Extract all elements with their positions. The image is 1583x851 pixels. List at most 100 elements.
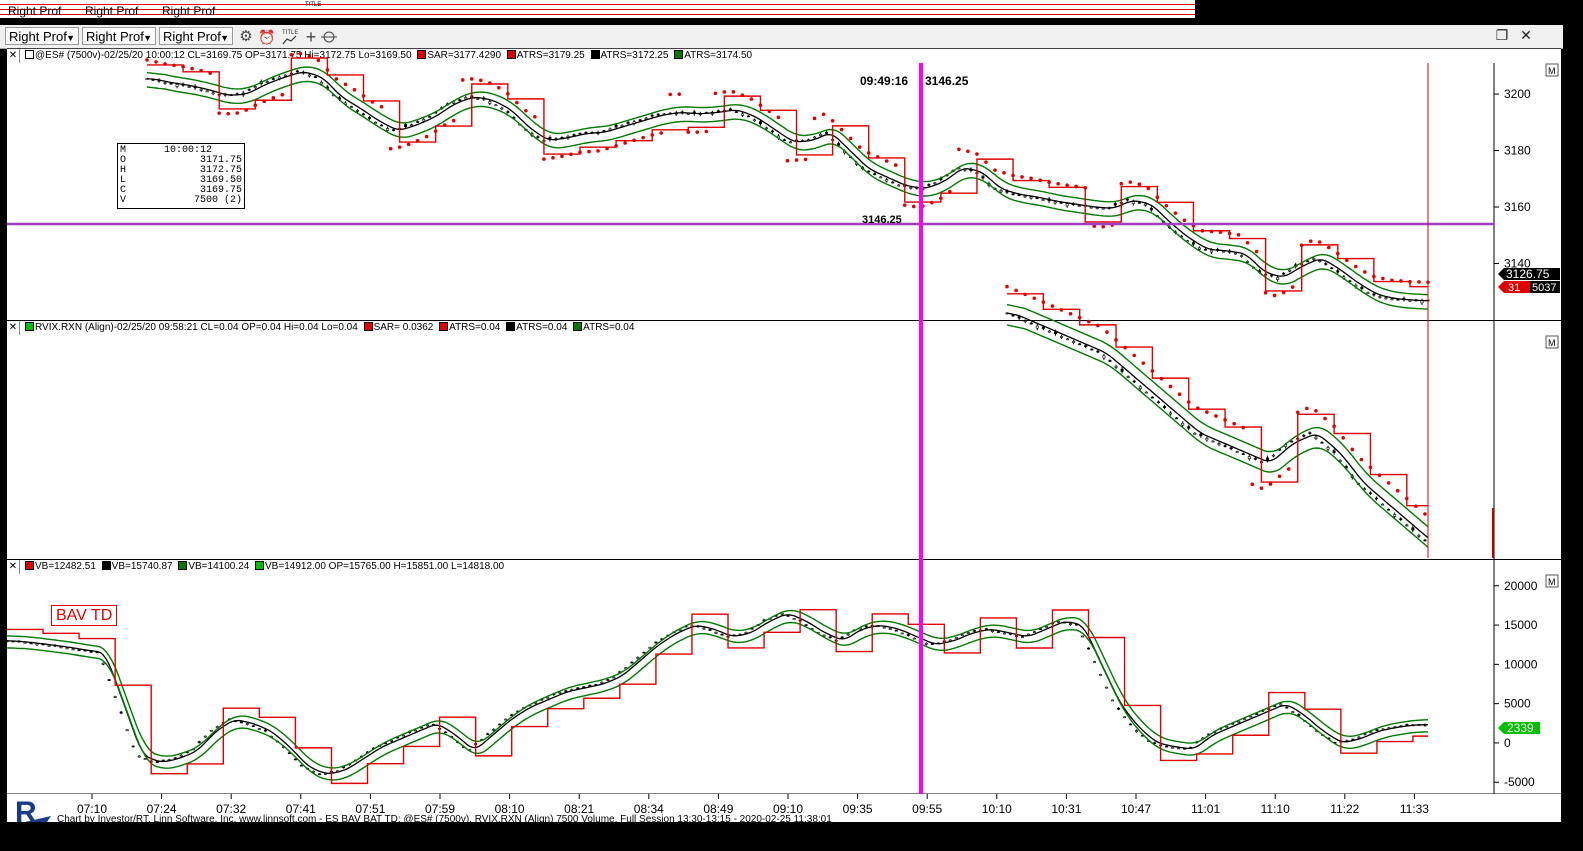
candle-body xyxy=(247,88,251,91)
sar-dot xyxy=(1377,473,1382,477)
pane2-m-button[interactable]: M xyxy=(1545,335,1559,349)
sar-dot xyxy=(993,168,997,172)
candle-body xyxy=(1137,202,1141,204)
pane1-m-button[interactable]: M xyxy=(1545,63,1559,77)
candle-body xyxy=(1029,196,1033,199)
candle-body xyxy=(299,764,303,767)
sar-dot xyxy=(794,158,799,162)
crosshair-icon[interactable]: + xyxy=(302,28,320,46)
time-tick-label: 11:10 xyxy=(1261,802,1290,816)
candle-body xyxy=(1029,322,1033,325)
close-window-icon[interactable]: ✕ xyxy=(1517,27,1535,44)
ohlc-data-window: M 10:00:12 O 3171.75 H 3172.75 L 3169.50 C 31… xyxy=(117,143,245,209)
sar-dot xyxy=(1368,465,1373,470)
chart-credit-text: Chart by Investor/RT, Linn Software, Inc… xyxy=(57,814,832,825)
sar-dot xyxy=(1295,410,1300,415)
candle-body xyxy=(1123,716,1127,719)
price-tick-label: 3180 xyxy=(1504,144,1531,158)
profile-dropdown-2[interactable]: Right Prof ▼ xyxy=(82,27,156,45)
candle-body xyxy=(1375,729,1379,731)
scale-icon[interactable] xyxy=(320,28,338,46)
gear-icon[interactable]: ⚙ xyxy=(237,28,255,46)
sar-dot xyxy=(488,81,492,85)
candle-body xyxy=(770,130,774,133)
profile-dropdown-1-label: Right Prof xyxy=(9,29,67,44)
sar-dot xyxy=(1050,304,1055,308)
candle-body xyxy=(486,733,490,735)
candle-body xyxy=(1209,249,1213,253)
sar-dot xyxy=(1408,279,1412,284)
sar-dot xyxy=(1068,311,1073,316)
candle-body xyxy=(1111,699,1115,702)
sar-dot xyxy=(460,78,465,82)
candle-body xyxy=(1360,286,1364,290)
sar-dot xyxy=(758,103,763,107)
candle-body xyxy=(59,646,63,649)
candle-body xyxy=(1047,330,1051,333)
candle-body xyxy=(620,124,624,127)
candle-body xyxy=(1265,457,1269,461)
candle-body xyxy=(1324,263,1328,265)
chart-toolbar: Right Prof ▼ Right Prof ▼ Right Prof ▼ ⚙… xyxy=(0,25,1563,49)
alarm-clock-icon[interactable]: ⏰ xyxy=(258,28,276,46)
candle-body xyxy=(572,134,576,136)
candle-body xyxy=(758,121,762,125)
sar-dot xyxy=(1281,290,1286,295)
sar-dot xyxy=(749,97,754,101)
sar-dot xyxy=(1317,240,1322,244)
candle-body xyxy=(1312,258,1316,260)
sar-dot xyxy=(1150,369,1155,373)
candle-body xyxy=(1217,443,1221,446)
candle-body xyxy=(972,630,976,632)
candle-body xyxy=(626,121,630,124)
candle-body xyxy=(1330,267,1334,270)
sar-dot xyxy=(1047,180,1051,185)
sar-dot xyxy=(1245,240,1250,245)
candle-body xyxy=(1099,674,1103,676)
candle-body xyxy=(1308,432,1312,434)
candle-body xyxy=(374,121,378,124)
background-window-toolbar: Right Prof Right Prof Right Prof TITLE xyxy=(0,0,1195,18)
candle-body xyxy=(1011,193,1015,196)
candle-body xyxy=(1065,203,1069,207)
profile-dropdown-1[interactable]: Right Prof ▼ xyxy=(5,27,79,45)
candle-body xyxy=(1002,632,1006,635)
candle-body xyxy=(954,637,958,639)
sar-dot xyxy=(614,143,618,148)
candle-body xyxy=(492,728,496,731)
pane3-m-button[interactable]: M xyxy=(1545,574,1559,588)
sar-dot xyxy=(262,99,267,104)
restore-window-icon[interactable]: ❐ xyxy=(1493,27,1511,44)
sar-dot xyxy=(334,77,339,81)
candle-body xyxy=(390,739,394,742)
sar-dot xyxy=(1086,319,1091,324)
candle-body xyxy=(1368,492,1372,495)
candle-body xyxy=(822,634,826,637)
sar-dot xyxy=(1196,406,1200,410)
candle-body xyxy=(1320,441,1324,444)
candle-body xyxy=(1246,261,1250,263)
sar-dot xyxy=(911,204,916,209)
sar-dot xyxy=(1083,186,1087,190)
bav-td-label: BAV TD xyxy=(51,605,118,626)
sar-dot xyxy=(1272,293,1277,298)
sar-dot xyxy=(1277,474,1282,479)
sar-dot xyxy=(298,51,303,56)
sar-dot xyxy=(1059,308,1064,312)
sar-dot xyxy=(1305,406,1309,411)
title-chart-icon[interactable]: TITLE xyxy=(281,28,299,46)
profile-dropdown-3[interactable]: Right Prof ▼ xyxy=(159,27,233,45)
candle-body xyxy=(1282,272,1286,275)
sar-dot xyxy=(1164,203,1169,208)
sar-dot xyxy=(569,152,573,157)
candle-body xyxy=(71,648,75,651)
sar-dot xyxy=(1363,270,1367,274)
candle-body xyxy=(1132,380,1136,383)
candle-body xyxy=(1378,296,1382,298)
candle-body xyxy=(488,101,492,104)
candle-body xyxy=(1081,635,1085,638)
sar-dot xyxy=(893,163,898,167)
sar-dot xyxy=(1345,258,1349,263)
candle-body xyxy=(1411,527,1415,531)
sar-dot xyxy=(1041,300,1046,304)
